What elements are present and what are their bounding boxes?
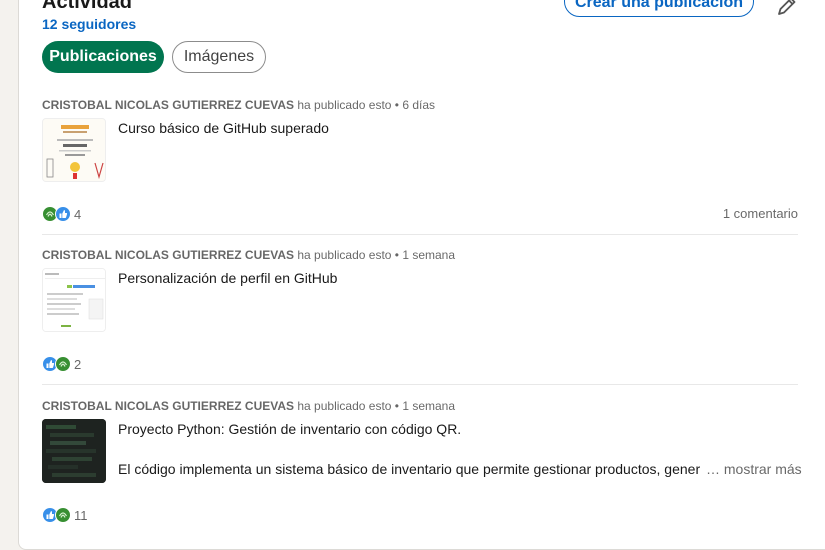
post-divider xyxy=(42,384,798,385)
post-time: • 1 semana xyxy=(394,248,456,262)
post-header: CRISTOBAL NICOLAS GUTIERREZ CUEVAS ha pu… xyxy=(42,248,455,262)
post-action: ha publicado esto xyxy=(297,399,392,413)
post-action: ha publicado esto xyxy=(297,248,392,262)
post-time: • 6 días xyxy=(394,98,436,112)
support-icon xyxy=(55,507,71,523)
post-author[interactable]: CRISTOBAL NICOLAS GUTIERREZ CUEVAS xyxy=(42,248,294,262)
post-text[interactable]: Personalización de perfil en GitHub xyxy=(118,270,337,286)
post-item[interactable]: CRISTOBAL NICOLAS GUTIERREZ CUEVAS ha pu… xyxy=(42,98,798,228)
post-header: CRISTOBAL NICOLAS GUTIERREZ CUEVAS ha pu… xyxy=(42,98,435,112)
post-header: CRISTOBAL NICOLAS GUTIERREZ CUEVAS ha pu… xyxy=(42,399,455,413)
reactions-summary[interactable]: 2 xyxy=(42,355,81,373)
reaction-count: 11 xyxy=(74,507,88,523)
post-item[interactable]: CRISTOBAL NICOLAS GUTIERREZ CUEVAS ha pu… xyxy=(42,248,798,378)
followers-link[interactable]: 12 seguidores xyxy=(42,16,136,32)
section-title: Actividad xyxy=(42,0,133,13)
reaction-count: 4 xyxy=(74,206,82,222)
post-item[interactable]: CRISTOBAL NICOLAS GUTIERREZ CUEVAS ha pu… xyxy=(42,399,802,529)
post-text[interactable]: Proyecto Python: Gestión de inventario c… xyxy=(118,421,461,437)
tab-imagenes[interactable]: Imágenes xyxy=(172,41,266,73)
tab-publicaciones[interactable]: Publicaciones xyxy=(42,41,164,73)
post-action: ha publicado esto xyxy=(297,98,392,112)
support-icon xyxy=(55,356,71,372)
post-divider xyxy=(42,234,798,235)
reactions-summary[interactable]: 11 xyxy=(42,506,88,524)
comments-count[interactable]: 1 comentario xyxy=(723,206,798,221)
reactions-summary[interactable]: 4 xyxy=(42,205,81,223)
like-icon xyxy=(55,206,71,222)
show-more-link[interactable]: … mostrar más xyxy=(706,461,802,477)
post-author[interactable]: CRISTOBAL NICOLAS GUTIERREZ CUEVAS xyxy=(42,399,294,413)
post-thumbnail-certificate[interactable] xyxy=(42,118,106,182)
post-thumbnail-screenshot[interactable] xyxy=(42,268,106,332)
post-time: • 1 semana xyxy=(394,399,456,413)
post-text[interactable]: Curso básico de GitHub superado xyxy=(118,120,329,136)
pencil-icon[interactable] xyxy=(775,0,799,18)
post-thumbnail-code[interactable] xyxy=(42,419,106,483)
reaction-count: 2 xyxy=(74,356,82,372)
create-post-button[interactable]: Crear una publicación xyxy=(564,0,754,17)
post-author[interactable]: CRISTOBAL NICOLAS GUTIERREZ CUEVAS xyxy=(42,98,294,112)
post-description[interactable]: El código implementa un sistema básico d… xyxy=(118,461,703,477)
